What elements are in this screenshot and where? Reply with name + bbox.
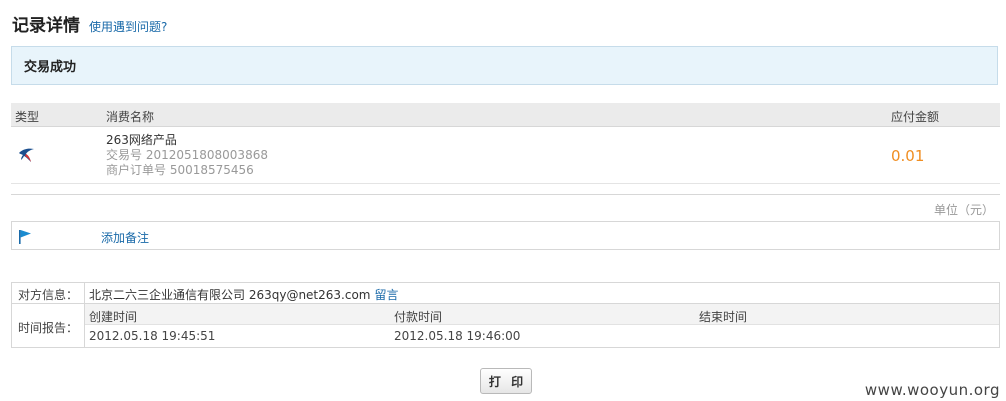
column-header-name: 消费名称	[106, 110, 155, 124]
unit-label: 单位（元）	[933, 203, 994, 217]
page-title: 记录详情	[12, 16, 80, 36]
divider	[11, 194, 1000, 195]
column-header-type: 类型	[15, 110, 40, 124]
paid-time-value: 2012.05.18 19:46:00	[394, 329, 521, 343]
counterparty-row: 对方信息： 北京二六三企业通信有限公司 263qy@net263.com 留言	[12, 283, 999, 304]
status-banner: 交易成功	[11, 46, 998, 85]
swallow-bird-icon	[18, 147, 36, 163]
created-time-value: 2012.05.18 19:45:51	[89, 329, 216, 343]
help-link[interactable]: 使用遇到问题?	[89, 16, 167, 38]
flag-icon	[18, 229, 32, 244]
time-header-row: 创建时间 付款时间 结束时间	[85, 304, 999, 325]
paid-time-header: 付款时间	[394, 310, 443, 324]
merchant-order-number: 商户订单号 50018575456	[106, 163, 254, 177]
watermark-text: www.wooyun.org	[864, 381, 1000, 399]
product-details: 263网络产品 交易号 2012051808003868 商户订单号 50018…	[106, 133, 268, 178]
status-text: 交易成功	[24, 60, 77, 75]
end-time-header: 结束时间	[699, 310, 748, 324]
created-time-header: 创建时间	[89, 310, 138, 324]
column-header-amount: 应付金额	[891, 110, 940, 124]
time-value-row: 2012.05.18 19:45:51 2012.05.18 19:46:00	[85, 325, 999, 347]
amount-value: 0.01	[891, 147, 925, 165]
print-button[interactable]: 打 印	[480, 368, 532, 394]
time-report-label: 时间报告：	[17, 321, 78, 335]
counterparty-value: 北京二六三企业通信有限公司 263qy@net263.com 留言	[89, 286, 399, 303]
counterparty-info-table: 对方信息： 北京二六三企业通信有限公司 263qy@net263.com 留言 时…	[11, 282, 1000, 348]
add-note-link[interactable]: 添加备注	[101, 229, 149, 246]
page-header: 记录详情 使用遇到问题?	[12, 10, 167, 38]
message-link[interactable]: 留言	[374, 288, 398, 302]
table-row: 263网络产品 交易号 2012051808003868 商户订单号 50018…	[11, 127, 1000, 184]
counterparty-name: 北京二六三企业通信有限公司 263qy@net263.com	[89, 288, 371, 302]
counterparty-label: 对方信息：	[17, 288, 78, 302]
product-name: 263网络产品	[106, 133, 177, 147]
table-header: 类型 消费名称 应付金额	[11, 103, 1000, 127]
trade-number: 交易号 2012051808003868	[106, 148, 268, 162]
note-bar: 添加备注	[11, 221, 1000, 250]
